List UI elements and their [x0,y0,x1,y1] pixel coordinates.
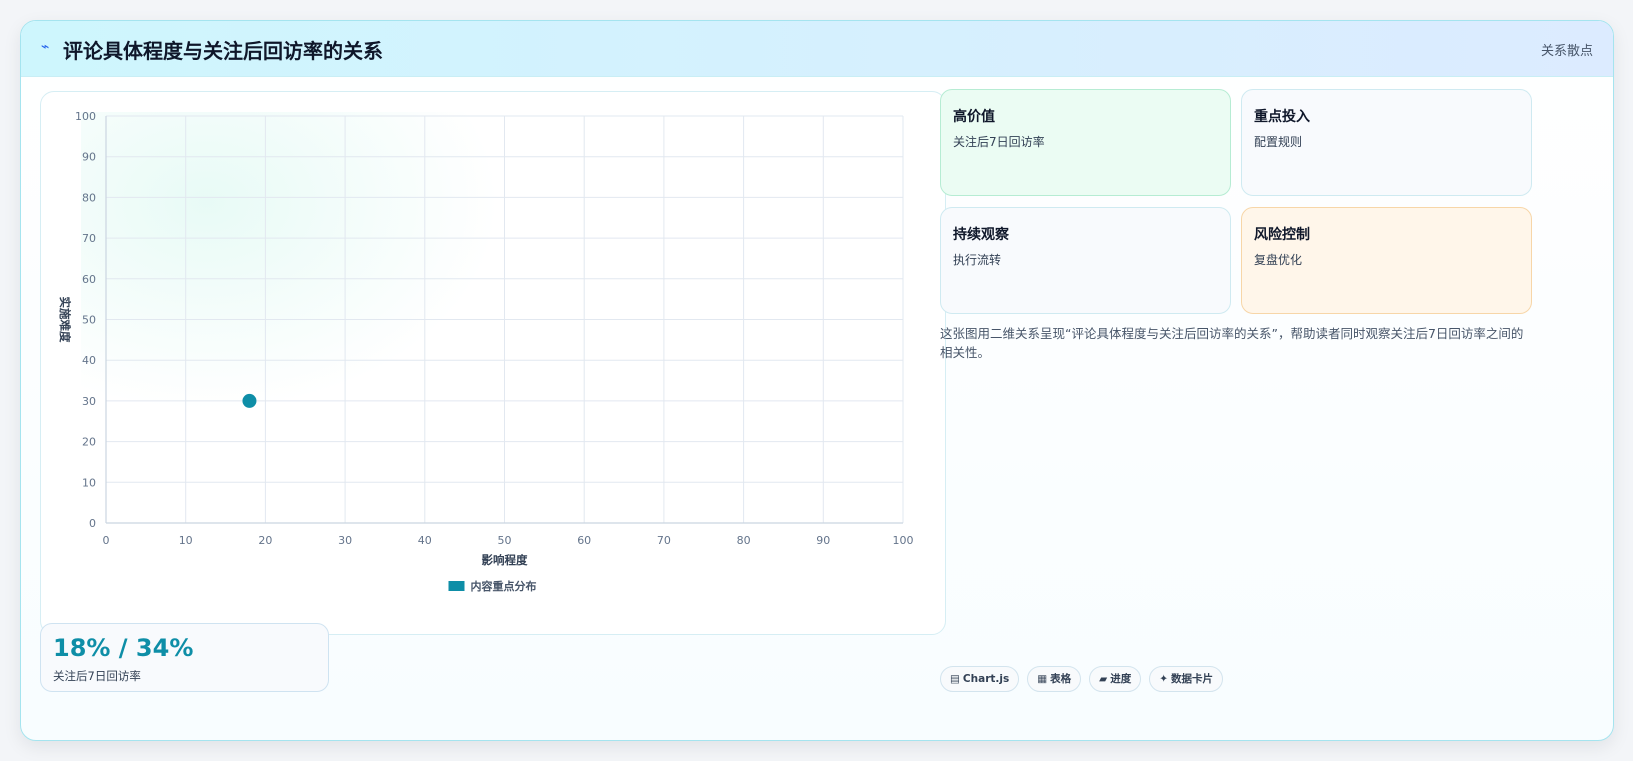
progress-icon: ▰ [1099,673,1108,685]
page-title: 评论具体程度与关注后回访率的关系 [63,39,383,63]
scatter-chart-svg: 0 10 20 30 40 50 60 70 80 90 100 0 10 20 30 40 50 60 70 80 9… [58,110,914,593]
kpi-value: 18% / 34% [53,634,194,662]
info-card-high-value[interactable]: 高价值 关注后7日回访率 [940,89,1231,196]
scatter-chart: 0 10 20 30 40 50 60 70 80 90 100 0 10 20 30 40 50 60 70 80 9… [40,91,946,635]
tag-data-card[interactable]: ✦ 数据卡片 [1149,666,1224,692]
card-header: ⌁ 评论具体程度与关注后回访率的关系 关系散点 [21,21,1613,77]
info-card-title: 高价值 [953,109,995,125]
info-card-subtitle: 配置规则 [1254,135,1303,149]
kpi-card: 18% / 34% 关注后7日回访率 [40,623,329,692]
legend-swatch [448,581,465,591]
x-tick-label: 40 [418,534,432,547]
x-tick-label: 20 [258,534,272,547]
info-card-subtitle: 关注后7日回访率 [953,135,1045,149]
y-tick-label: 100 [75,110,96,123]
tag-chartjs[interactable]: ▤ Chart.js [940,666,1020,692]
chart-description: 这张图用二维关系呈现“评论具体程度与关注后回访率的关系”，帮助读者同时观察关注后… [940,326,1524,360]
tag-label: 数据卡片 [1171,673,1214,685]
info-card-title: 重点投入 [1254,109,1310,125]
lightning-icon: ⌁ [41,39,50,55]
legend-label: 内容重点分布 [471,579,537,593]
x-tick-label: 60 [577,534,591,547]
tag-table[interactable]: ▦ 表格 [1027,666,1082,692]
y-tick-label: 40 [82,354,96,367]
y-tick-label: 30 [82,395,96,408]
chart-card: ⌁ 评论具体程度与关注后回访率的关系 关系散点 0 10 20 30 40 50 60 70 8… [20,20,1614,741]
x-tick-label: 70 [657,534,671,547]
sparkle-icon: ✦ [1159,673,1169,685]
y-tick-label: 60 [82,273,96,286]
chart-type-badge: 关系散点 [1540,44,1593,59]
tag-progress[interactable]: ▰ 进度 [1089,666,1142,692]
kpi-label: 关注后7日回访率 [53,669,141,683]
y-tick-label: 20 [82,436,96,449]
x-tick-label: 100 [893,534,914,547]
tag-list: ▤ Chart.js ▦ 表格 ▰ 进度 ✦ 数据卡片 [940,666,1224,692]
x-tick-label: 10 [179,534,193,547]
y-tick-label: 90 [82,151,96,164]
info-card-focus-investment[interactable]: 重点投入 配置规则 [1241,89,1532,196]
y-tick-label: 10 [82,476,96,489]
info-card-title: 持续观察 [953,227,1009,243]
tag-label: 表格 [1050,673,1072,685]
x-axis-title: 影响程度 [482,553,528,567]
y-tick-label: 70 [82,232,96,245]
x-tick-label: 90 [816,534,830,547]
y-axis-title: 实施难度 [58,297,72,343]
y-tick-label: 80 [82,191,96,204]
x-tick-label: 30 [338,534,352,547]
y-tick-label: 0 [89,517,96,530]
table-icon: ▦ [1037,673,1048,685]
info-card-risk-control[interactable]: 风险控制 复盘优化 [1241,207,1532,314]
chart-icon: ▤ [950,673,960,685]
info-card-subtitle: 复盘优化 [1254,253,1303,267]
x-tick-label: 50 [498,534,512,547]
x-tick-label: 0 [103,534,110,547]
info-card-subtitle: 执行流转 [953,253,1002,267]
data-point [242,393,257,408]
info-card-title: 风险控制 [1254,227,1310,243]
tag-label: 进度 [1110,673,1132,685]
info-card-keep-watching[interactable]: 持续观察 执行流转 [940,207,1231,314]
tag-label: Chart.js [962,673,1010,685]
x-tick-label: 80 [737,534,751,547]
y-tick-label: 50 [82,314,96,327]
